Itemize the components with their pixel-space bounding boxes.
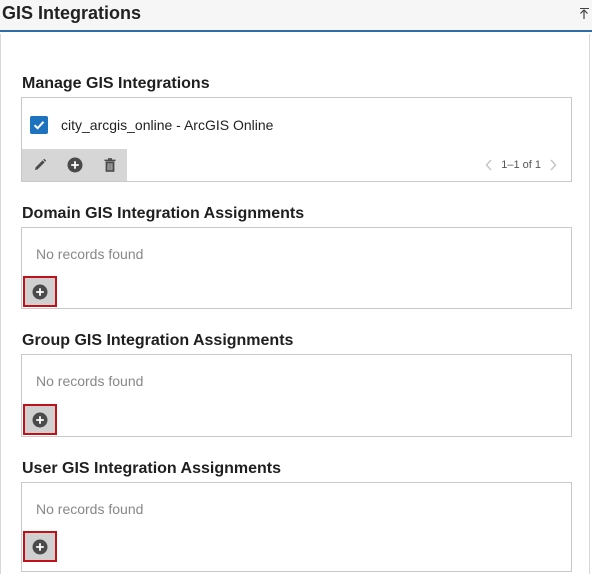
group-empty-text: No records found [36, 373, 144, 389]
manage-panel: city_arcgis_online - ArcGIS Online 1–1 o… [21, 97, 572, 182]
user-add-button[interactable] [23, 531, 57, 562]
content-container: Manage GIS Integrations city_arcgis_onli… [0, 34, 590, 574]
manage-section-title: Manage GIS Integrations [22, 75, 210, 92]
group-add-button[interactable] [23, 404, 57, 435]
item-checkbox[interactable] [30, 116, 48, 134]
collapse-top-icon[interactable] [578, 8, 590, 22]
plus-circle-icon [32, 412, 48, 427]
group-section-title: Group GIS Integration Assignments [22, 332, 294, 349]
manage-toolbar [22, 149, 127, 181]
plus-circle-icon [67, 157, 82, 173]
item-label: city_arcgis_online - ArcGIS Online [61, 117, 274, 133]
user-panel: No records found [21, 482, 572, 572]
domain-section-title: Domain GIS Integration Assignments [22, 205, 305, 222]
domain-panel: No records found [21, 227, 572, 309]
user-empty-text: No records found [36, 501, 144, 517]
check-icon [33, 121, 45, 130]
delete-button[interactable] [92, 149, 127, 181]
domain-add-button[interactable] [23, 276, 57, 307]
pencil-icon [34, 158, 46, 170]
plus-circle-icon [32, 539, 48, 554]
group-panel: No records found [21, 354, 572, 437]
trash-icon [104, 158, 115, 172]
list-item[interactable]: city_arcgis_online - ArcGIS Online [30, 116, 273, 134]
edit-button[interactable] [22, 149, 57, 181]
chevron-left-icon[interactable] [481, 159, 497, 171]
domain-empty-text: No records found [36, 246, 144, 262]
pagination-text: 1–1 of 1 [501, 159, 541, 171]
user-section-title: User GIS Integration Assignments [22, 460, 282, 477]
page-header: GIS Integrations [0, 0, 592, 32]
chevron-right-icon[interactable] [545, 159, 561, 171]
page-title: GIS Integrations [2, 3, 142, 23]
add-button[interactable] [57, 149, 92, 181]
pagination: 1–1 of 1 [481, 157, 561, 173]
plus-circle-icon [32, 284, 48, 299]
